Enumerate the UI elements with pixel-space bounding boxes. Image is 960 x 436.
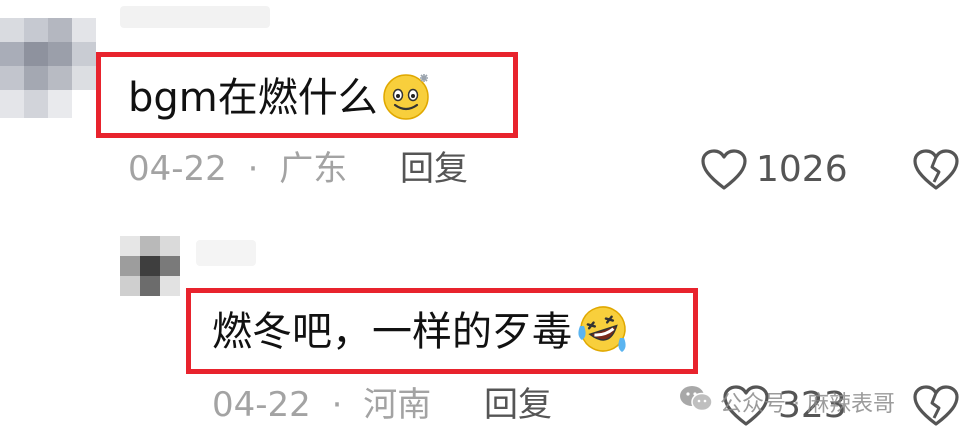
laughing-crying-emoji-icon [574, 302, 632, 363]
reply-button[interactable]: 回复 [400, 152, 468, 186]
watermark: 公众号 · 麻辣表哥 [678, 384, 895, 420]
comment-text: 燃冬吧，一样的歹毒 [212, 305, 632, 356]
dislike-button[interactable] [912, 148, 960, 192]
comment-location: 河南 [363, 385, 432, 425]
username[interactable] [120, 6, 270, 28]
username[interactable] [196, 240, 256, 266]
meta-separator: · [247, 149, 259, 189]
comment-location: 广东 [279, 149, 348, 189]
reply-button[interactable]: 回复 [484, 388, 552, 422]
avatar[interactable] [120, 236, 180, 296]
smiling-sweat-emoji-icon [380, 68, 434, 129]
wechat-icon [678, 384, 714, 420]
heart-icon [700, 148, 748, 196]
meta-separator: · [331, 385, 343, 425]
comment-date: 04-22 [212, 385, 311, 425]
comment-date: 04-22 [128, 149, 227, 189]
comment-meta: 04-22 · 广东 [128, 152, 347, 186]
watermark-text: 公众号 · 麻辣表哥 [720, 392, 895, 417]
avatar[interactable] [0, 18, 96, 118]
broken-heart-icon [912, 384, 960, 428]
broken-heart-icon [912, 148, 960, 192]
comment-text: bgm在燃什么 [128, 73, 434, 122]
like-button[interactable]: 1026 [700, 146, 848, 196]
comment-body: bgm在燃什么 [128, 75, 378, 121]
comment-body: 燃冬吧，一样的歹毒 [212, 309, 572, 355]
dislike-button[interactable] [912, 384, 960, 428]
like-count: 1026 [756, 149, 848, 190]
comment-meta: 04-22 · 河南 [212, 388, 431, 422]
